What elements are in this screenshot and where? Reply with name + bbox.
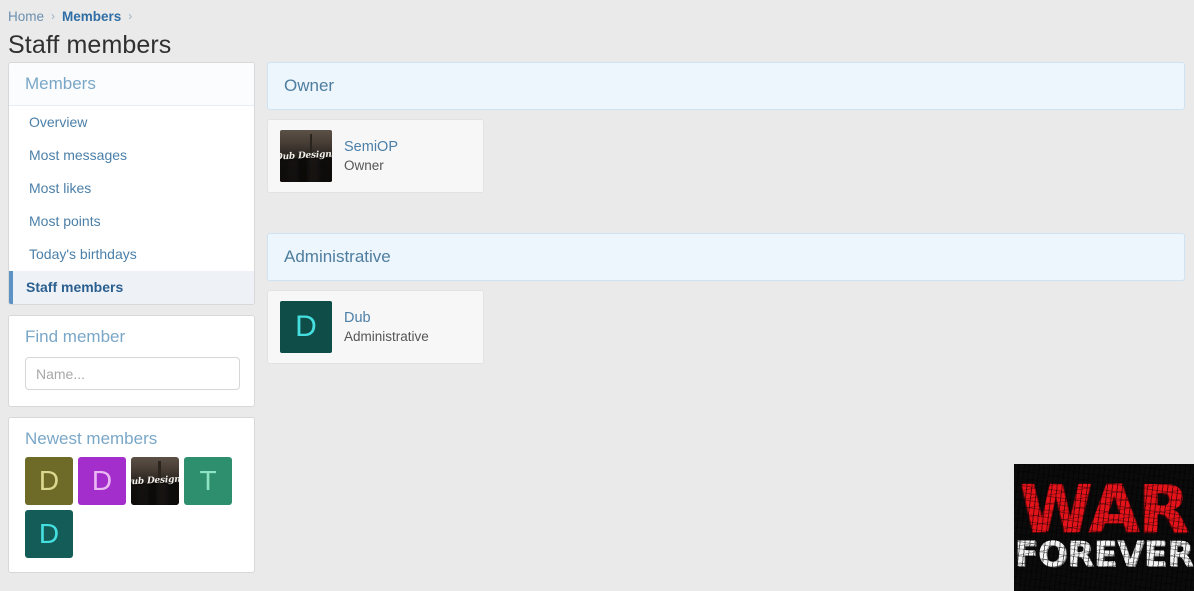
section-header-owner: Owner: [267, 62, 1185, 110]
sidebar: Members Overview Most messages Most like…: [8, 62, 255, 583]
find-member-header: Find member: [9, 316, 254, 353]
sidebar-item-most-points[interactable]: Most points: [9, 205, 254, 238]
chevron-right-icon: ›: [51, 9, 56, 23]
sidebar-nav-list: Overview Most messages Most likes Most p…: [9, 106, 254, 304]
member-role-title: Owner: [344, 158, 384, 173]
sidebar-nav-block: Members Overview Most messages Most like…: [8, 62, 255, 305]
member-card-text: SemiOP Owner: [344, 138, 398, 174]
sidebar-item-overview[interactable]: Overview: [9, 106, 254, 139]
newest-member-avatar-5[interactable]: D: [25, 510, 73, 558]
member-name-link[interactable]: SemiOP: [344, 138, 398, 156]
newest-member-avatar-4[interactable]: T: [184, 457, 232, 505]
newest-members-header: Newest members: [9, 418, 254, 455]
find-member-body: [9, 353, 254, 406]
chevron-right-icon-trailing: ›: [128, 9, 133, 23]
avatar-photo-caption: Dub Designs: [131, 473, 179, 488]
avatar-letter: T: [199, 465, 217, 496]
main-content: Owner Dub Designs SemiOP Owner Administr…: [267, 62, 1185, 364]
avatar-letter: D: [295, 310, 317, 343]
find-member-block: Find member: [8, 315, 255, 407]
newest-members-block: Newest members D D Dub Designs T D: [8, 417, 255, 573]
member-role-title: Administrative: [344, 329, 429, 344]
war-forever-banner-image[interactable]: WAR FOREVER: [1014, 464, 1194, 591]
find-member-input[interactable]: [25, 357, 240, 390]
newest-member-avatar-2[interactable]: D: [78, 457, 126, 505]
member-card-semiop[interactable]: Dub Designs SemiOP Owner: [267, 119, 484, 193]
banner-line-war: WAR: [1019, 470, 1190, 548]
member-row-owner: Dub Designs SemiOP Owner: [267, 119, 1185, 193]
member-row-administrative: D Dub Administrative: [267, 290, 1185, 364]
member-card-text: Dub Administrative: [344, 309, 429, 345]
member-avatar-letter[interactable]: D: [280, 301, 332, 353]
newest-members-avatar-grid: D D Dub Designs T D: [9, 455, 254, 572]
newest-member-avatar-3-photo[interactable]: Dub Designs: [131, 457, 179, 505]
sidebar-nav-header: Members: [9, 63, 254, 106]
banner-line-forever: FOREVER: [1014, 534, 1194, 575]
sidebar-item-most-messages[interactable]: Most messages: [9, 139, 254, 172]
breadcrumb-link-members[interactable]: Members: [62, 9, 121, 24]
section-header-administrative: Administrative: [267, 233, 1185, 281]
member-avatar-photo[interactable]: Dub Designs: [280, 130, 332, 182]
newest-member-avatar-1[interactable]: D: [25, 457, 73, 505]
breadcrumb: Home › Members ›: [0, 0, 1194, 26]
sidebar-item-most-likes[interactable]: Most likes: [9, 172, 254, 205]
avatar-letter: D: [38, 465, 60, 496]
avatar-letter: D: [91, 465, 113, 496]
breadcrumb-link-home[interactable]: Home: [8, 9, 44, 24]
sidebar-item-staff-members[interactable]: Staff members: [9, 271, 254, 304]
page-title: Staff members: [8, 31, 172, 59]
sidebar-item-todays-birthdays[interactable]: Today's birthdays: [9, 238, 254, 271]
avatar-letter: D: [38, 518, 60, 549]
member-card-dub[interactable]: D Dub Administrative: [267, 290, 484, 364]
member-name-link[interactable]: Dub: [344, 309, 429, 327]
avatar-photo-caption: Dub Designs: [280, 148, 332, 163]
